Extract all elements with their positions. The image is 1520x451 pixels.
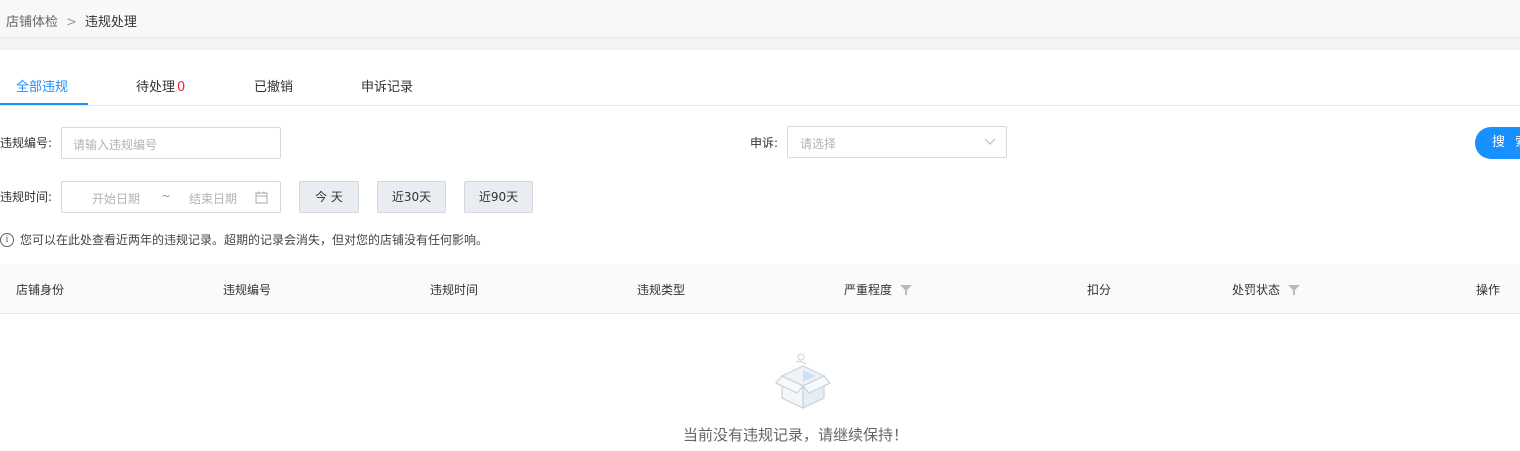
notice-text: 您可以在此处查看近两年的违规记录。超期的记录会消失，但对您的店铺没有任何影响。 [20, 233, 489, 247]
date-range-picker[interactable]: 开始日期 ~ 结束日期 [61, 181, 281, 213]
appeal-placeholder: 请选择 [800, 137, 837, 151]
tab-pending[interactable]: 待处理 0 [136, 76, 185, 95]
active-tab-indicator [0, 103, 88, 105]
appeal-select[interactable]: 请选择 [787, 126, 1007, 158]
start-date-input[interactable]: 开始日期 [92, 190, 140, 207]
tab-pending-count: 0 [177, 80, 186, 95]
chevron-down-icon [984, 138, 996, 145]
end-date-input[interactable]: 结束日期 [189, 190, 237, 207]
tab-revoked[interactable]: 已撤销 [254, 76, 293, 95]
breadcrumb-current: 违规处理 [84, 15, 137, 30]
breadcrumb-parent[interactable]: 店铺体检 [6, 15, 58, 30]
filter-icon[interactable] [900, 284, 913, 295]
info-icon: i [0, 232, 14, 247]
quick-today-button[interactable]: 今 天 [299, 181, 359, 213]
violation-no-placeholder: 请输入违规编号 [73, 138, 158, 152]
appeal-label: 申诉: [750, 136, 779, 150]
section-gap [0, 38, 1520, 50]
quick-90-days-button[interactable]: 近90天 [464, 181, 533, 213]
column-actions: 操作 [1476, 283, 1501, 297]
empty-message: 当前没有违规记录，请继续保持！ [683, 426, 909, 444]
quick-30-days-button[interactable]: 近30天 [377, 181, 446, 213]
column-severity: 严重程度 [844, 281, 913, 298]
column-violation-time: 违规时间 [430, 283, 479, 297]
notice: i 您可以在此处查看近两年的违规记录。超期的记录会消失，但对您的店铺没有任何影响… [0, 231, 488, 248]
date-range-separator: ~ [161, 189, 172, 203]
breadcrumb: 店铺体检 > 违规处理 [6, 11, 137, 30]
column-penalty-status: 处罚状态 [1232, 281, 1301, 298]
violation-time-label: 违规时间: [0, 190, 53, 204]
search-button[interactable]: 搜 索 [1475, 127, 1520, 159]
tab-bar: 全部违规 待处理 0 已撤销 申诉记录 [0, 50, 1520, 106]
tab-all-violations[interactable]: 全部违规 [16, 76, 68, 95]
breadcrumb-separator: > [66, 15, 77, 30]
calendar-icon [255, 191, 268, 204]
empty-box-icon [775, 353, 831, 409]
column-points: 扣分 [1087, 283, 1112, 297]
column-violation-no: 违规编号 [223, 283, 272, 297]
tab-appeal-records[interactable]: 申诉记录 [361, 76, 413, 95]
violation-no-input[interactable]: 请输入违规编号 [61, 127, 281, 159]
column-store-identity: 店铺身份 [16, 283, 65, 297]
tab-pending-label: 待处理 [136, 80, 176, 95]
table-header: 店铺身份 违规编号 违规时间 违规类型 严重程度 扣分 处罚状态 操作 [0, 264, 1520, 314]
breadcrumb-bar: 店铺体检 > 违规处理 [0, 0, 1520, 38]
column-violation-type: 违规类型 [637, 283, 686, 297]
violation-no-label: 违规编号: [0, 136, 53, 150]
filter-icon[interactable] [1288, 284, 1301, 295]
